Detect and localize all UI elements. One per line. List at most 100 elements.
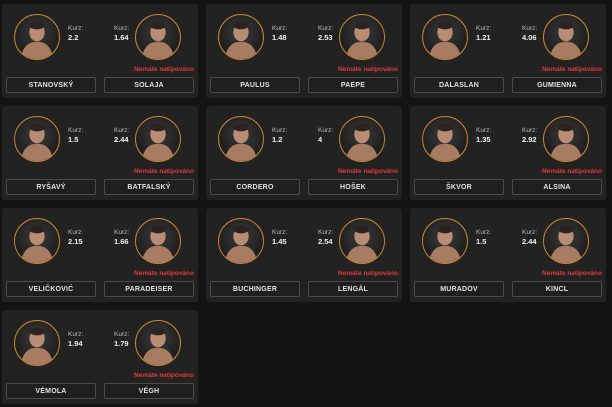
fighter-left-avatar [14,14,60,60]
pick-left-fighter-button[interactable]: ŠKVOR [414,179,504,195]
odds-label: Kurz: [522,127,538,134]
match-card-6: Kurz: 1.35 Kurz: 2.92 Nemáte natipováno … [410,106,606,200]
pick-right-fighter-button[interactable]: PARADEISER [104,281,194,297]
fighter-right-avatar [135,116,181,162]
not-bet-status: Nemáte natipováno [542,66,602,73]
odds-label: Kurz: [114,25,130,32]
odds-value: 4.06 [522,33,537,42]
fighter-left-odds: Kurz: 1.35 [476,126,491,144]
odds-value: 1.94 [68,339,83,348]
pick-left-fighter-button[interactable]: STANOVSKÝ [6,77,96,93]
fighter-left-odds: Kurz: 1.21 [476,24,491,42]
pick-right-fighter-button[interactable]: HOŠEK [308,179,398,195]
fighter-right-avatar [135,320,181,366]
pick-left-fighter-button[interactable]: MURADOV [414,281,504,297]
fighter-left-avatar [218,116,264,162]
odds-value: 1.35 [476,135,491,144]
pick-left-fighter-button[interactable]: PAULUS [210,77,300,93]
not-bet-status: Nemáte natipováno [134,168,194,175]
pick-left-fighter-button[interactable]: DALASLAN [414,77,504,93]
odds-label: Kurz: [68,331,84,338]
fighter-right-avatar [135,14,181,60]
fighter-left-odds: Kurz: 1.5 [68,126,83,144]
match-card-10: Kurz: 1.94 Kurz: 1.79 Nemáte natipováno … [2,310,198,404]
odds-label: Kurz: [272,25,288,32]
pick-left-fighter-button[interactable]: BUCHINGER [210,281,300,297]
fighter-right-avatar [339,14,385,60]
match-card-7: Kurz: 2.15 Kurz: 1.66 Nemáte natipováno … [2,208,198,302]
fighter-right-avatar [339,218,385,264]
fighter-left-avatar [218,218,264,264]
match-grid: Kurz: 2.2 Kurz: 1.64 Nemáte natipováno S… [2,4,608,404]
fighter-right-odds: Kurz: 2.53 [318,24,333,42]
not-bet-status: Nemáte natipováno [134,270,194,277]
not-bet-status: Nemáte natipováno [542,168,602,175]
fighter-right-odds: Kurz: 1.64 [114,24,129,42]
pick-right-fighter-button[interactable]: VÉGH [104,383,194,399]
match-card-4: Kurz: 1.5 Kurz: 2.44 Nemáte natipováno R… [2,106,198,200]
not-bet-status: Nemáte natipováno [338,168,398,175]
fighter-right-odds: Kurz: 2.54 [318,228,333,246]
odds-label: Kurz: [476,229,492,236]
pick-left-fighter-button[interactable]: VÉMOLA [6,383,96,399]
fighter-right-odds: Kurz: 4.06 [522,24,537,42]
fighter-right-avatar [339,116,385,162]
pick-right-fighter-button[interactable]: BATFALSKÝ [104,179,194,195]
fighter-right-avatar [135,218,181,264]
fighter-left-odds: Kurz: 1.2 [272,126,287,144]
odds-label: Kurz: [272,229,288,236]
odds-label: Kurz: [114,331,130,338]
fighter-right-odds: Kurz: 1.66 [114,228,129,246]
not-bet-status: Nemáte natipováno [134,372,194,379]
odds-value: 1.5 [68,135,79,144]
pick-right-fighter-button[interactable]: KINCL [512,281,602,297]
fighter-right-avatar [543,116,589,162]
pick-right-fighter-button[interactable]: ALSINA [512,179,602,195]
fighter-left-odds: Kurz: 1.94 [68,330,83,348]
odds-value: 4 [318,135,323,144]
fighter-left-avatar [14,320,60,366]
odds-value: 1.66 [114,237,129,246]
odds-label: Kurz: [318,229,334,236]
match-card-1: Kurz: 2.2 Kurz: 1.64 Nemáte natipováno S… [2,4,198,98]
odds-label: Kurz: [522,25,538,32]
odds-label: Kurz: [476,25,492,32]
fighter-left-odds: Kurz: 1.48 [272,24,287,42]
fighter-right-odds: Kurz: 4 [318,126,333,144]
fighter-right-avatar [543,14,589,60]
odds-value: 1.21 [476,33,491,42]
match-card-3: Kurz: 1.21 Kurz: 4.06 Nemáte natipováno … [410,4,606,98]
not-bet-status: Nemáte natipováno [338,66,398,73]
not-bet-status: Nemáte natipováno [542,270,602,277]
odds-value: 1.48 [272,33,287,42]
odds-label: Kurz: [318,127,334,134]
fighter-left-odds: Kurz: 2.2 [68,24,83,42]
pick-right-fighter-button[interactable]: GUMIENNA [512,77,602,93]
pick-right-fighter-button[interactable]: PAEPE [308,77,398,93]
odds-label: Kurz: [318,25,334,32]
odds-value: 2.92 [522,135,537,144]
pick-right-fighter-button[interactable]: SOLAJA [104,77,194,93]
odds-label: Kurz: [476,127,492,134]
fighter-right-odds: Kurz: 2.44 [522,228,537,246]
fighter-left-avatar [14,116,60,162]
odds-value: 1.64 [114,33,129,42]
odds-label: Kurz: [272,127,288,134]
odds-value: 1.45 [272,237,287,246]
odds-label: Kurz: [68,229,84,236]
pick-left-fighter-button[interactable]: RYŠAVÝ [6,179,96,195]
fighter-left-odds: Kurz: 1.5 [476,228,491,246]
pick-left-fighter-button[interactable]: VELIČKOVIĆ [6,281,96,297]
pick-right-fighter-button[interactable]: LENGÁL [308,281,398,297]
fighter-left-odds: Kurz: 1.45 [272,228,287,246]
fighter-right-odds: Kurz: 2.92 [522,126,537,144]
match-card-5: Kurz: 1.2 Kurz: 4 Nemáte natipováno CORD… [206,106,402,200]
fighter-right-odds: Kurz: 1.79 [114,330,129,348]
pick-left-fighter-button[interactable]: CORDERO [210,179,300,195]
fighter-left-avatar [422,116,468,162]
fighter-left-avatar [218,14,264,60]
not-bet-status: Nemáte natipováno [134,66,194,73]
odds-label: Kurz: [114,127,130,134]
fighter-left-odds: Kurz: 2.15 [68,228,83,246]
fighter-right-avatar [543,218,589,264]
